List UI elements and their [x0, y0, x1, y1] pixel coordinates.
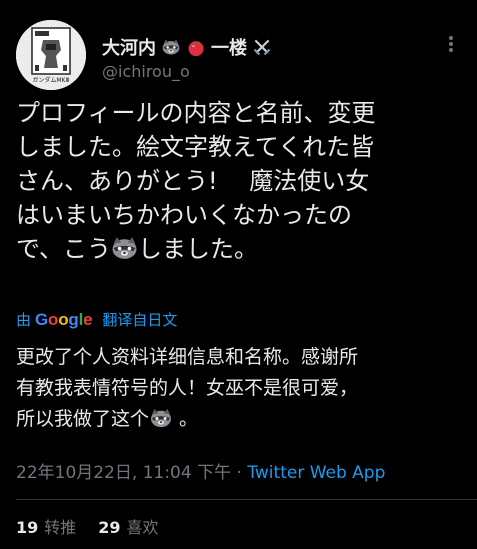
tweet-text: プロフィールの内容と名前、変更 しました。絵文字教えてくれた皆 さん、ありがとう… [16, 96, 466, 266]
tweet-line: しました。 [138, 235, 259, 263]
tweet-source-link[interactable]: Twitter Web App [247, 463, 385, 483]
translation-line: 有教我表情符号的人！女巫不是很可爱， [16, 377, 359, 399]
avatar-caption: ガンダムMKⅢ [32, 76, 69, 84]
tweet-timestamp[interactable]: 22年10月22日, 11:04 下午 [16, 463, 231, 483]
display-name[interactable]: 大河内 [102, 34, 156, 60]
divider [16, 499, 477, 500]
crossed-swords-icon [253, 39, 271, 56]
tweet-line: プロフィールの内容と名前、変更 [16, 99, 376, 127]
display-name-suffix: 一楼 [211, 38, 247, 59]
translation-line: 更改了个人资料详细信息和名称。感谢所 [16, 346, 359, 368]
likes-label: 喜欢 [126, 518, 159, 537]
likes-stat[interactable]: 29 喜欢 [98, 514, 158, 538]
translation-line: 所以我做了这个 [16, 408, 150, 430]
raccoon-icon [112, 237, 137, 259]
translation-toggle-link[interactable]: 翻译自日文 [102, 309, 177, 330]
tweet-line: で、こう [16, 235, 112, 263]
google-logo: Google [35, 309, 93, 329]
retweets-label: 转推 [44, 518, 77, 537]
retweets-stat[interactable]: 19 转推 [16, 514, 76, 538]
tomato-icon [188, 41, 204, 57]
tweet-line: はいまいちかわいくなかったの [16, 201, 352, 229]
likes-count: 29 [98, 518, 121, 537]
author-handle[interactable]: @ichirou_o [102, 62, 190, 81]
translation-line: 。 [173, 408, 199, 430]
avatar[interactable]: ガンダムMKⅢ [16, 20, 86, 90]
raccoon-icon [151, 408, 172, 428]
tweet-line: しました。絵文字教えてくれた皆 [16, 133, 375, 161]
translation-attribution: 由 Google 翻译自日文 [16, 309, 177, 330]
translated-by-label: 由 [16, 311, 32, 329]
meta-separator: · [231, 463, 248, 483]
more-icon[interactable] [441, 34, 461, 54]
tweet-line: さん、ありがとう! 魔法使い女 [16, 167, 370, 195]
tweet-header: ガンダムMKⅢ 大河内 一楼 @ichirou_o [16, 20, 461, 90]
tweet-stats: 19 转推 29 喜欢 [16, 514, 159, 538]
name-row: 大河内 一楼 [102, 34, 272, 60]
translated-text: 更改了个人资料详细信息和名称。感谢所 有教我表情符号的人！女巫不是很可爱， 所以… [16, 342, 461, 435]
tweet-meta: 22年10月22日, 11:04 下午 · Twitter Web App [16, 458, 385, 483]
raccoon-icon [162, 39, 180, 55]
retweets-count: 19 [16, 518, 39, 537]
